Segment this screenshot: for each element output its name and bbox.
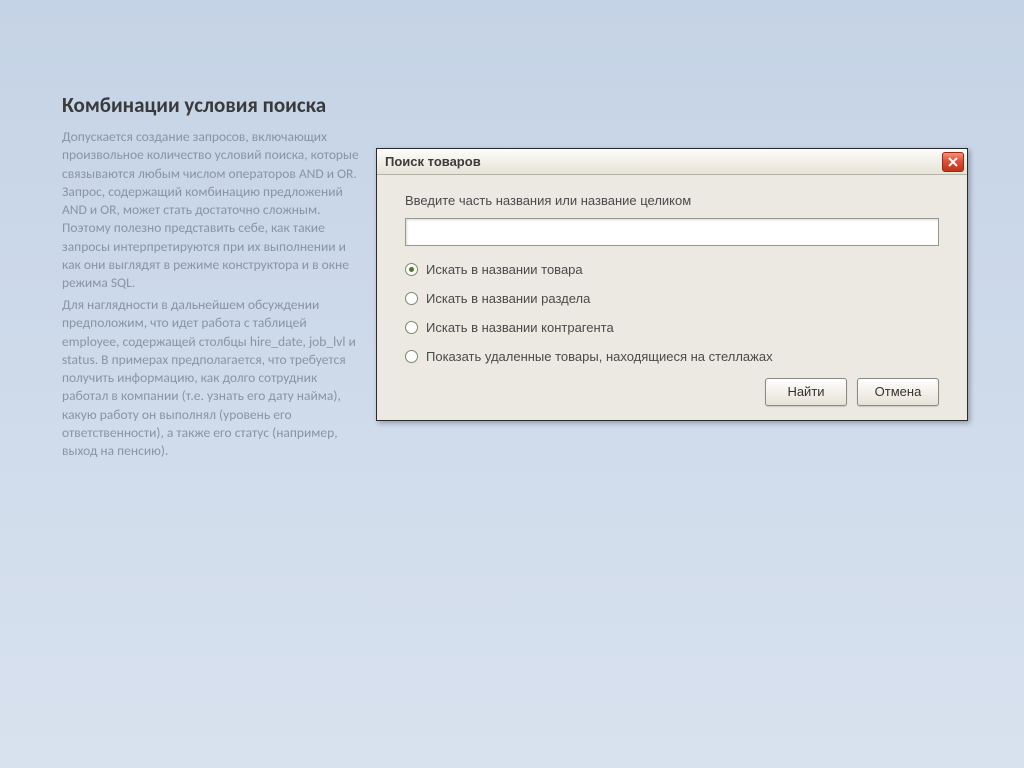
button-row: Найти Отмена — [405, 378, 939, 406]
radio-option[interactable]: Искать в названии контрагента — [405, 320, 939, 335]
radio-icon — [405, 350, 418, 363]
radio-option[interactable]: Показать удаленные товары, находящиеся н… — [405, 349, 939, 364]
radio-group: Искать в названии товара Искать в названи… — [405, 262, 939, 364]
dialog-titlebar[interactable]: Поиск товаров — [377, 149, 967, 175]
input-prompt: Введите часть названия или название цели… — [405, 193, 939, 208]
search-input[interactable] — [405, 218, 939, 246]
radio-label: Искать в названии раздела — [426, 291, 590, 306]
dialog-title: Поиск товаров — [385, 154, 481, 169]
close-icon — [948, 157, 958, 167]
radio-icon — [405, 292, 418, 305]
article-column: Комбинации условия поиска Допускается со… — [62, 92, 360, 464]
radio-label: Искать в названии контрагента — [426, 320, 614, 335]
radio-icon — [405, 321, 418, 334]
cancel-button[interactable]: Отмена — [857, 378, 939, 406]
article-heading: Комбинации условия поиска — [62, 92, 360, 118]
article-paragraph: Для наглядности в дальнейшем обсуждении … — [62, 296, 360, 460]
dialog-body: Введите часть названия или название цели… — [377, 175, 967, 420]
radio-label: Показать удаленные товары, находящиеся н… — [426, 349, 773, 364]
radio-label: Искать в названии товара — [426, 262, 583, 277]
radio-option[interactable]: Искать в названии раздела — [405, 291, 939, 306]
close-button[interactable] — [942, 152, 964, 172]
search-dialog: Поиск товаров Введите часть названия или… — [376, 148, 968, 421]
radio-option[interactable]: Искать в названии товара — [405, 262, 939, 277]
article-paragraph: Допускается создание запросов, включающи… — [62, 128, 360, 292]
find-button[interactable]: Найти — [765, 378, 847, 406]
radio-icon — [405, 263, 418, 276]
